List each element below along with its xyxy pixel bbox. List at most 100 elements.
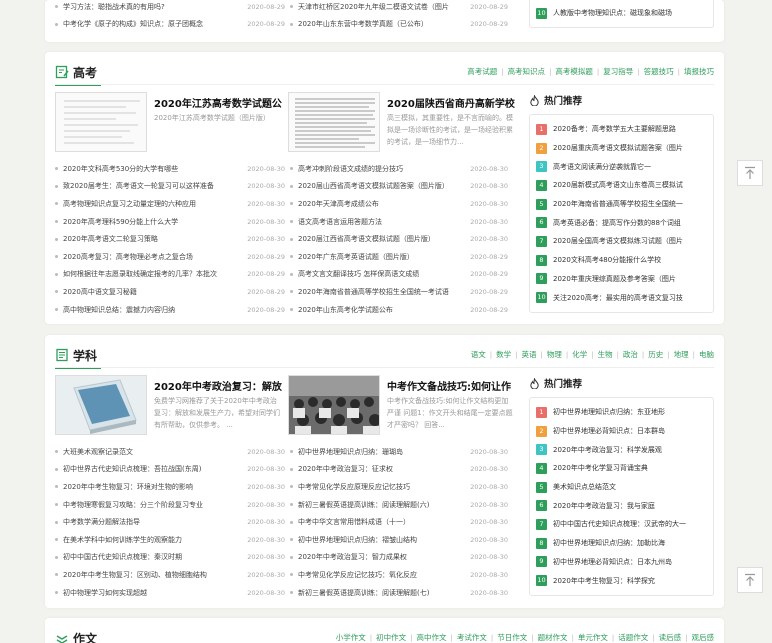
list-item[interactable]: 语文高考语言运用答题方法 2020-08-30 [290, 213, 508, 231]
hot-item[interactable]: 10 人教版中考物理知识点：磁现象和磁场 [536, 4, 707, 23]
list-item[interactable]: 2020年中考生物复习：区别动、植物细胞结构 2020-08-30 [55, 566, 285, 584]
list-item-title[interactable]: 高中物理知识总结：震撼力内容归纳 [63, 305, 235, 315]
list-item[interactable]: 新初三暑假英语提高训练：阅读理解题(六) 2020-08-30 [290, 496, 508, 514]
list-item-title[interactable]: 2020年广东高考英语试题（图片版） [298, 252, 470, 262]
list-item[interactable]: 中考中华文言常用惜料成语（十一） 2020-08-30 [290, 513, 508, 531]
nav-link[interactable]: 化学 [572, 349, 587, 360]
nav-link[interactable]: 历史 [648, 349, 663, 360]
hot-item-title[interactable]: 2020备考：高考数学五大主要解题思路 [553, 124, 676, 134]
list-item-title[interactable]: 在美术学科中如何训练学生的观察能力 [63, 535, 235, 545]
hot-item-title[interactable]: 2020年中考化学复习背诵宝典 [553, 463, 648, 473]
list-item-title[interactable]: 2020年文科高考530分的大学有哪些 [63, 164, 235, 174]
nav-link[interactable]: 高考知识点 [508, 66, 546, 77]
nav-link[interactable]: 考试作文 [457, 632, 487, 643]
hot-item[interactable]: 5 美术知识点总结范文 [536, 478, 707, 497]
list-item[interactable]: 2020年中考政治复习：征求权 2020-08-30 [290, 461, 508, 479]
nav-link[interactable]: 英语 [521, 349, 536, 360]
list-item[interactable]: 2020年中考政治复习：智力成果权 2020-08-30 [290, 549, 508, 567]
nav-link[interactable]: 小学作文 [336, 632, 366, 643]
nav-link[interactable]: 话题作文 [618, 632, 648, 643]
nav-link[interactable]: 题材作文 [538, 632, 568, 643]
hot-item[interactable]: 2 初中世界地理必背知识点：日本群岛 [536, 422, 707, 441]
hot-item-title[interactable]: 关注2020高考：最实用的高考语文复习技 [553, 293, 683, 303]
list-item[interactable]: 中考常见化学反应记忆技巧：氧化反应 2020-08-30 [290, 566, 508, 584]
list-item[interactable]: 中考常见化学反应原理反应记忆技巧 2020-08-30 [290, 478, 508, 496]
list-item[interactable]: 2020年高考语文二轮复习策略 2020-08-30 [55, 230, 285, 248]
hot-item-title[interactable]: 美术知识点总结范文 [553, 482, 616, 492]
list-item[interactable]: 2020届江西省高考语文模拟试题（图片版） 2020-08-30 [290, 230, 508, 248]
list-item[interactable]: 高考物理知识点复习之动量定理的六种应用 2020-08-30 [55, 195, 285, 213]
nav-link[interactable]: 复习指导 [603, 66, 633, 77]
hot-item-title[interactable]: 高考语文阅读满分逆袭就靠它一 [553, 162, 651, 172]
list-item[interactable]: 大班美术观察记录范文 2020-08-30 [55, 443, 285, 461]
hot-item[interactable]: 6 高考英语必备：提高写作分数的88个词组 [536, 213, 707, 232]
hot-item-title[interactable]: 2020年中考生物复习：科学探究 [553, 576, 655, 586]
list-item-title[interactable]: 大班美术观察记录范文 [63, 447, 235, 457]
list-item-title[interactable]: 2020年中考政治复习：智力成果权 [298, 552, 470, 562]
hot-item[interactable]: 3 高考语文阅读满分逆袭就靠它一 [536, 157, 707, 176]
hot-item[interactable]: 10 关注2020高考：最实用的高考语文复习技 [536, 288, 707, 307]
nav-link[interactable]: 生物 [598, 349, 613, 360]
list-item[interactable]: 在美术学科中如何训练学生的观察能力 2020-08-30 [55, 531, 285, 549]
list-item-title[interactable]: 学习方法：聪指战术真的有用吗? [63, 2, 235, 12]
list-item-title[interactable]: 2020届山西省高考语文模拟试题答案（图片版） [298, 181, 470, 191]
list-item-title[interactable]: 新初三暑假英语提高训练：阅读理解题(六) [298, 500, 470, 510]
list-item[interactable]: 2020年山东东营中考数学真题（已公布） 2020-08-29 [290, 16, 508, 34]
hot-item[interactable]: 6 2020年中考政治复习：我与家庭 [536, 496, 707, 515]
hot-item-title[interactable]: 2020届全国高考语文模拟练习试题（图片 [553, 236, 683, 246]
book-thumbnail[interactable] [55, 375, 147, 435]
featured-article[interactable]: 2020年中考政治复习：解放 免费学习网推荐了关于2020年中考政治复习：解放和… [55, 375, 283, 437]
back-to-top-button[interactable] [737, 567, 763, 593]
nav-link[interactable]: 观后感 [692, 632, 715, 643]
list-item[interactable]: 2020年高考理科590分能上什么大学 2020-08-30 [55, 213, 285, 231]
exam-paper-thumbnail[interactable] [288, 92, 380, 152]
list-item-title[interactable]: 初中世界古代史知识点梳理：吾拉战国(东周) [63, 464, 235, 474]
hot-item[interactable]: 4 2020届新模式高考语文山东卷高三模拟试 [536, 176, 707, 195]
list-item-title[interactable]: 中考数学满分题解法指导 [63, 517, 235, 527]
nav-link[interactable]: 高考试题 [467, 66, 497, 77]
list-item-title[interactable]: 天津市红桥区2020年九年级二模语文试卷（图片 [298, 2, 470, 12]
list-item[interactable]: 2020高中语文复习秘籍 2020-08-29 [55, 283, 285, 301]
list-item[interactable]: 中考物理寒假复习攻略：分三个阶段复习专业 2020-08-30 [55, 496, 285, 514]
back-to-top-button[interactable] [737, 160, 763, 186]
hot-item[interactable]: 10 2020年中考生物复习：科学探究 [536, 571, 707, 590]
hot-item[interactable]: 8 2020文科高考480分能报什么学校 [536, 251, 707, 270]
nav-link[interactable]: 填报技巧 [684, 66, 714, 77]
hot-item[interactable]: 5 2020年海南省普通高等学校招生全国统一 [536, 195, 707, 214]
list-item[interactable]: 天津市红桥区2020年九年级二模语文试卷（图片 2020-08-29 [290, 0, 508, 16]
nav-link[interactable]: 电脑 [699, 349, 714, 360]
featured-article[interactable]: 2020届陕西省商丹高新学校 高三模拟，其重要性，是不言而喻的。模拟是一场诊断性… [288, 92, 516, 154]
list-item-title[interactable]: 2020高中语文复习秘籍 [63, 287, 235, 297]
list-item-title[interactable]: 初中中国古代史知识点梳理：秦汉时期 [63, 552, 235, 562]
hot-item-title[interactable]: 2020年海南省普通高等学校招生全国统一 [553, 199, 683, 209]
list-item-title[interactable]: 语文高考语言运用答题方法 [298, 217, 470, 227]
list-item[interactable]: 中考数学满分题解法指导 2020-08-30 [55, 513, 285, 531]
hot-item-title[interactable]: 人教版中考物理知识点：磁现象和磁场 [553, 8, 672, 18]
hot-item-title[interactable]: 2020年重庆理综真题及参考答案（图片 [553, 274, 676, 284]
list-item-title[interactable]: 2020年天津高考成绩公布 [298, 199, 470, 209]
list-item[interactable]: 高中物理知识总结：震撼力内容归纳 2020-08-29 [55, 301, 285, 319]
hot-item-title[interactable]: 2020届新模式高考语文山东卷高三模拟试 [553, 180, 683, 190]
list-item-title[interactable]: 中考化学《原子的构成》知识点：原子团概念 [63, 19, 235, 29]
hot-item[interactable]: 3 2020年中考政治复习：科学发展观 [536, 440, 707, 459]
hot-item-title[interactable]: 初中世界地理知识点归纳：东亚地形 [553, 407, 665, 417]
list-item-title[interactable]: 2020年山东东营中考数学真题（已公布） [298, 19, 470, 29]
featured-article[interactable]: 2020年江苏高考数学试题公 2020年江苏高考数学试题（图片版） [55, 92, 283, 154]
hot-item-title[interactable]: 初中世界地理知识点归纳：加勒比海 [553, 538, 665, 548]
list-item-title[interactable]: 2020年山东高考化学试题公布 [298, 305, 470, 315]
hot-item[interactable]: 1 2020备考：高考数学五大主要解题思路 [536, 120, 707, 139]
list-item[interactable]: 初中中国古代史知识点梳理：秦汉时期 2020-08-30 [55, 549, 285, 567]
hot-item-title[interactable]: 高考英语必备：提高写作分数的88个词组 [553, 218, 681, 228]
hot-item[interactable]: 8 初中世界地理知识点归纳：加勒比海 [536, 534, 707, 553]
hot-item-title[interactable]: 2020年中考政治复习：我与家庭 [553, 501, 655, 511]
list-item-title[interactable]: 中考中华文言常用惜料成语（十一） [298, 517, 470, 527]
featured-title[interactable]: 2020年中考政治复习：解放 [154, 378, 284, 393]
list-item[interactable]: 初中世界古代史知识点梳理：吾拉战国(东周) 2020-08-30 [55, 461, 285, 479]
hot-item[interactable]: 9 初中世界地理必背知识点：日本九州岛 [536, 553, 707, 572]
featured-title[interactable]: 2020届陕西省商丹高新学校 [387, 95, 517, 110]
hot-item[interactable]: 7 2020届全国高考语文模拟练习试题（图片 [536, 232, 707, 251]
list-item-title[interactable]: 初中世界地理知识点归纳：珊瑚岛 [298, 447, 470, 457]
list-item-title[interactable]: 高考冲刺阶段语文成绩的提分技巧 [298, 164, 470, 174]
list-item[interactable]: 致2020届考生：高考语文一轮复习可以这样准备 2020-08-30 [55, 178, 285, 196]
list-item-title[interactable]: 中考物理寒假复习攻略：分三个阶段复习专业 [63, 500, 235, 510]
